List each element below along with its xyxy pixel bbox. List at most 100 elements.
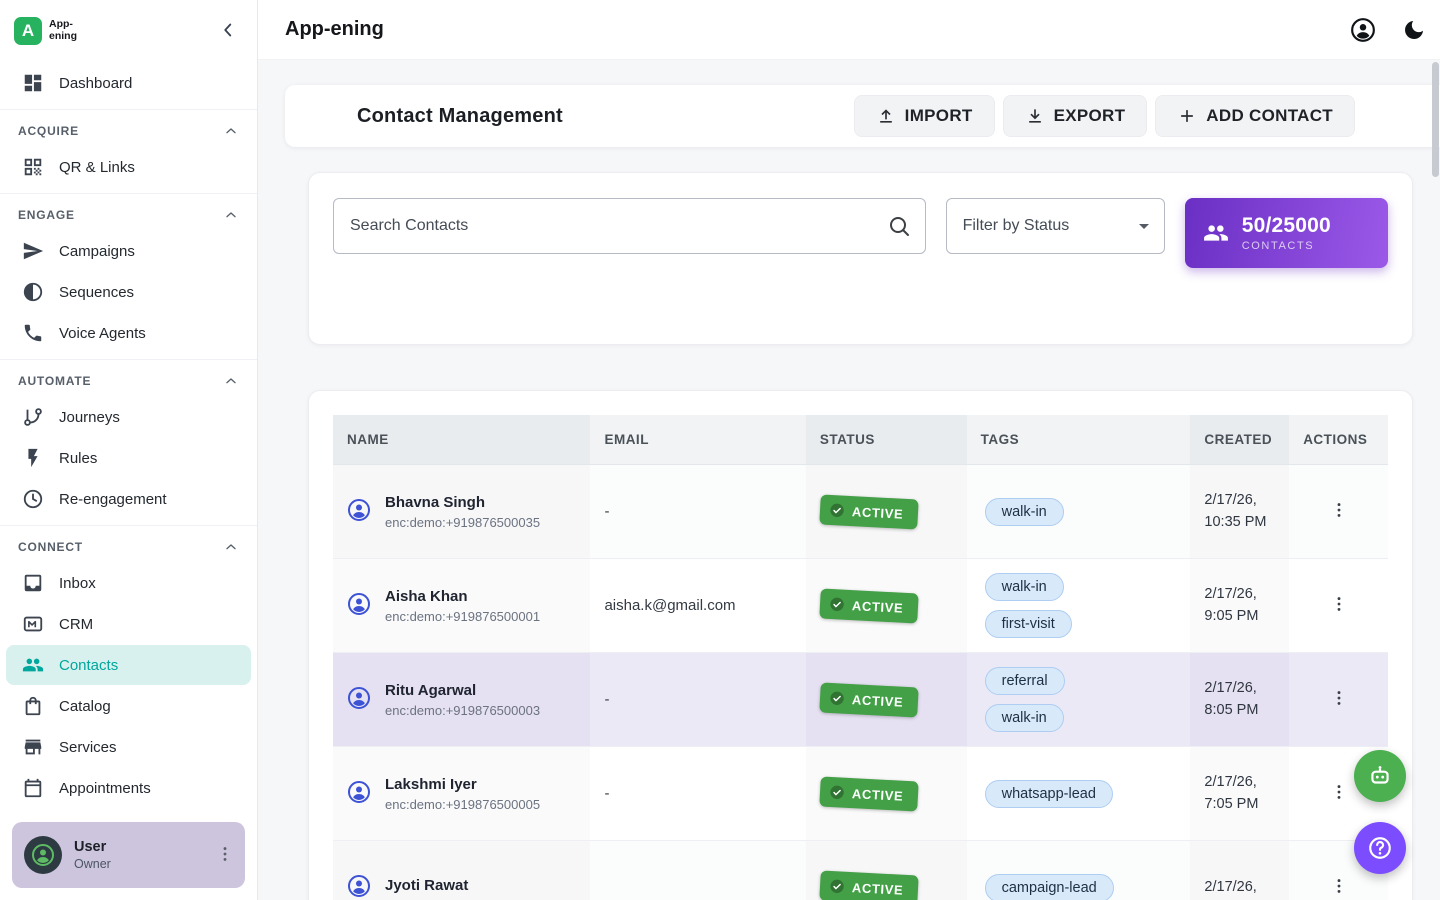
sidebar-section-acquire[interactable]: ACQUIRE xyxy=(0,109,257,146)
store-icon xyxy=(22,736,44,758)
crm-icon xyxy=(22,613,44,635)
sidebar-section-automate[interactable]: AUTOMATE xyxy=(0,359,257,396)
user-card[interactable]: User Owner xyxy=(12,822,245,888)
row-actions-button[interactable] xyxy=(1329,688,1349,711)
user-name: User xyxy=(74,839,111,855)
calendar-icon xyxy=(22,777,44,799)
status-badge: ACTIVE xyxy=(819,682,919,717)
section-title: ENGAGE xyxy=(18,208,75,222)
row-actions-button[interactable] xyxy=(1329,876,1349,899)
status-filter-select[interactable]: Filter by Status xyxy=(946,198,1165,254)
section-title: AUTOMATE xyxy=(18,374,91,388)
journey-icon xyxy=(22,406,44,428)
tag-chip[interactable]: walk-in xyxy=(985,498,1064,526)
sidebar-item-rules[interactable]: Rules xyxy=(6,438,251,478)
logo-icon: A xyxy=(14,17,42,45)
scrollbar-thumb[interactable] xyxy=(1432,62,1439,177)
sidebar-item-sequences[interactable]: Sequences xyxy=(6,272,251,312)
sidebar-section-connect[interactable]: CONNECT xyxy=(0,525,257,562)
sidebar-item-label: Dashboard xyxy=(59,75,132,92)
search-contacts-field[interactable] xyxy=(333,198,926,254)
contact-row[interactable]: Aisha Khan enc:demo:+919876500001 aisha.… xyxy=(333,559,1388,653)
sidebar-item-journeys[interactable]: Journeys xyxy=(6,397,251,437)
sidebar-item-crm[interactable]: CRM xyxy=(6,604,251,644)
contact-management-toolbar: Contact Management IMPORT EXPORT ADD CON… xyxy=(285,85,1440,147)
sequence-icon xyxy=(22,281,44,303)
tag-chip[interactable]: walk-in xyxy=(985,704,1064,732)
contact-avatar-icon xyxy=(347,498,371,522)
sidebar-item-inbox[interactable]: Inbox xyxy=(6,563,251,603)
column-header-email[interactable]: EMAIL xyxy=(590,415,805,465)
app-root: A App-ening Dashboard ACQUIRE QR & Links EN… xyxy=(0,0,1440,900)
sidebar-nav: Dashboard ACQUIRE QR & Links ENGAGE Campaign… xyxy=(0,62,257,900)
contact-created: 2/17/26,9:05 PM xyxy=(1204,584,1275,626)
sidebar-item-voice-agents[interactable]: Voice Agents xyxy=(6,313,251,353)
dark-mode-moon-icon[interactable] xyxy=(1402,18,1426,42)
user-menu-button[interactable] xyxy=(215,844,235,867)
status-badge: ACTIVE xyxy=(819,870,919,900)
sidebar-item-label: Appointments xyxy=(59,780,151,797)
caret-down-icon xyxy=(1132,214,1156,238)
app-logo[interactable]: A App-ening xyxy=(14,17,83,45)
sidebar-section-engage[interactable]: ENGAGE xyxy=(0,193,257,230)
tag-chip[interactable]: first-visit xyxy=(985,610,1072,638)
help-fab-button[interactable] xyxy=(1354,822,1406,874)
dashboard-icon xyxy=(22,72,44,94)
contact-created: 2/17/26,8:05 PM xyxy=(1204,678,1275,720)
add-contact-button[interactable]: ADD CONTACT xyxy=(1155,95,1355,137)
tag-chip[interactable]: walk-in xyxy=(985,573,1064,601)
assistant-fab-button[interactable] xyxy=(1354,750,1406,802)
tag-chip[interactable]: referral xyxy=(985,667,1065,695)
upload-icon xyxy=(876,106,896,126)
status-check-icon xyxy=(828,783,845,800)
contact-name: Lakshmi Iyer xyxy=(385,776,540,793)
column-header-actions[interactable]: ACTIONS xyxy=(1289,415,1388,465)
column-header-tags[interactable]: TAGS xyxy=(967,415,1191,465)
sidebar-collapse-button[interactable] xyxy=(215,18,241,44)
import-button[interactable]: IMPORT xyxy=(854,95,995,137)
sidebar-item-label: Inbox xyxy=(59,575,96,592)
row-actions-button[interactable] xyxy=(1329,500,1349,523)
contact-name: Bhavna Singh xyxy=(385,494,540,511)
sidebar-item-label: CRM xyxy=(59,616,93,633)
contact-phone: enc:demo:+919876500035 xyxy=(385,515,540,530)
person-icon xyxy=(31,843,55,867)
sidebar-item-contacts[interactable]: Contacts xyxy=(6,645,251,685)
sidebar-item-label: Catalog xyxy=(59,698,111,715)
contact-row[interactable]: Ritu Agarwal enc:demo:+919876500003 - AC… xyxy=(333,653,1388,747)
tag-chip[interactable]: whatsapp-lead xyxy=(985,780,1113,808)
sidebar-item-qr-links[interactable]: QR & Links xyxy=(6,147,251,187)
chevron-left-icon xyxy=(217,19,239,41)
contact-row[interactable]: Jyoti Rawat ACTIVE campaign-lead 2/17/26… xyxy=(333,841,1388,900)
search-input[interactable] xyxy=(350,217,887,235)
status-badge: ACTIVE xyxy=(819,588,919,623)
search-icon[interactable] xyxy=(887,214,911,238)
contact-avatar-icon xyxy=(347,592,371,616)
lightning-icon xyxy=(22,447,44,469)
tag-chip[interactable]: campaign-lead xyxy=(985,874,1114,900)
sidebar-item-dashboard[interactable]: Dashboard xyxy=(6,63,251,103)
export-button[interactable]: EXPORT xyxy=(1003,95,1148,137)
account-icon[interactable] xyxy=(1350,17,1376,43)
contact-row[interactable]: Bhavna Singh enc:demo:+919876500035 - AC… xyxy=(333,465,1388,559)
bag-icon xyxy=(22,695,44,717)
column-header-name[interactable]: NAME xyxy=(333,415,590,465)
section-title: ACQUIRE xyxy=(18,124,79,138)
row-actions-button[interactable] xyxy=(1329,594,1349,617)
sidebar-item-re-engagement[interactable]: Re-engagement xyxy=(6,479,251,519)
sidebar-item-campaigns[interactable]: Campaigns xyxy=(6,231,251,271)
column-header-created[interactable]: CREATED xyxy=(1190,415,1289,465)
column-header-status[interactable]: STATUS xyxy=(806,415,967,465)
sidebar-item-appointments[interactable]: Appointments xyxy=(6,768,251,808)
sidebar-item-services[interactable]: Services xyxy=(6,727,251,767)
page-title: Contact Management xyxy=(357,105,563,128)
sidebar-item-catalog[interactable]: Catalog xyxy=(6,686,251,726)
chevron-up-icon xyxy=(223,207,239,223)
contact-created: 2/17/26,7:05 PM xyxy=(1204,772,1275,814)
contact-created: 2/17/26,10:35 PM xyxy=(1204,490,1275,532)
contacts-count-badge: 50/25000 CONTACTS xyxy=(1185,198,1388,268)
sidebar-item-label: QR & Links xyxy=(59,159,135,176)
contact-row[interactable]: Lakshmi Iyer enc:demo:+919876500005 - AC… xyxy=(333,747,1388,841)
row-actions-button[interactable] xyxy=(1329,782,1349,805)
contact-email: - xyxy=(590,653,805,747)
